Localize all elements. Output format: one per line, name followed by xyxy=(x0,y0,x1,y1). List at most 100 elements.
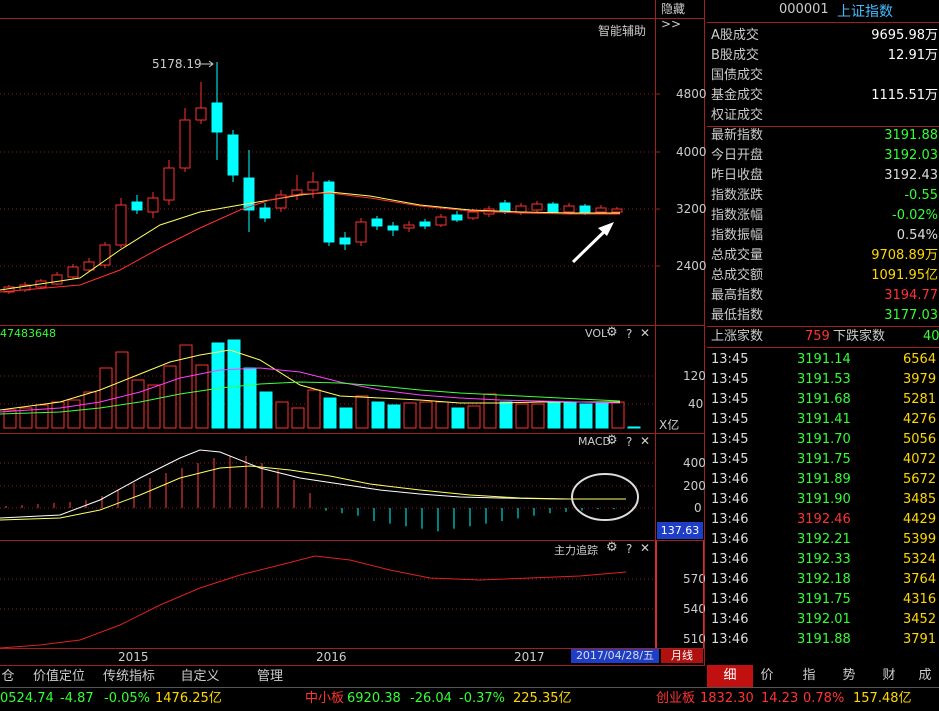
tab-price[interactable]: 价 xyxy=(747,665,787,687)
tick-price: 3191.75 xyxy=(797,452,851,467)
tab-trend[interactable]: 势 xyxy=(829,665,869,687)
gear-icon[interactable]: ⚙ xyxy=(606,325,618,340)
candle xyxy=(499,202,511,213)
macd-close-icon[interactable]: ✕ xyxy=(640,434,650,448)
tick-time: 13:46 xyxy=(711,552,749,567)
mid-board-amount: 225.35亿 xyxy=(513,691,572,706)
volume-bar xyxy=(371,401,385,429)
volume-bar xyxy=(563,401,577,429)
tick-row[interactable]: 13:46 3191.88 3791 xyxy=(707,630,938,650)
ma-red xyxy=(0,192,620,293)
tab-deal[interactable]: 成 xyxy=(911,665,939,687)
macd-value-box: 137.63 xyxy=(657,522,703,539)
mid-board-value: 6920.38 xyxy=(347,691,401,706)
main-force-line xyxy=(0,555,627,649)
candle xyxy=(163,167,175,201)
tick-time: 13:45 xyxy=(711,352,749,367)
volume-bar xyxy=(307,389,321,429)
right-tabs: 细 价 指 势 财 成 xyxy=(707,665,939,687)
info-row-label: 最低指数 xyxy=(711,308,764,323)
info-row-label: 最高指数 xyxy=(711,288,764,303)
tick-row[interactable]: 13:45 3191.75 4072 xyxy=(707,450,938,470)
close-icon[interactable]: ✕ xyxy=(640,326,650,340)
tick-row[interactable]: 13:46 3192.01 3452 xyxy=(707,610,938,630)
macd-gear-icon[interactable]: ⚙ xyxy=(606,433,618,448)
info-row-value: 1115.51万 xyxy=(871,88,938,103)
tick-time: 13:45 xyxy=(711,372,749,387)
tab-index[interactable]: 指 xyxy=(789,665,829,687)
info-row-value: 3192.43 xyxy=(884,168,938,183)
volume-bar xyxy=(67,399,81,429)
info-row-value: 3194.77 xyxy=(884,288,938,303)
candle xyxy=(595,207,607,213)
tab-traditional[interactable]: 传统指标 xyxy=(96,666,162,688)
help-icon[interactable]: ? xyxy=(626,327,632,341)
tick-row[interactable]: 13:45 3191.14 6564 xyxy=(707,350,938,370)
info-row-label: 权证成交 xyxy=(711,108,764,123)
tab-position[interactable]: 仓 xyxy=(0,666,16,688)
candle xyxy=(547,203,559,213)
candle xyxy=(195,107,207,121)
tick-row[interactable]: 13:46 3192.18 3764 xyxy=(707,570,938,590)
tick-price: 3191.89 xyxy=(797,472,851,487)
tick-row[interactable]: 13:46 3192.33 5324 xyxy=(707,550,938,570)
main-gear-icon[interactable]: ⚙ xyxy=(606,540,618,555)
tick-row[interactable]: 13:46 3191.89 5672 xyxy=(707,470,938,490)
tick-row[interactable]: 13:45 3191.70 5056 xyxy=(707,430,938,450)
info-row: 权证成交 xyxy=(707,106,938,126)
volume-bar xyxy=(451,407,465,429)
stock-name[interactable]: 上证指数 xyxy=(837,1,893,21)
tick-time: 13:45 xyxy=(711,392,749,407)
tab-finance[interactable]: 财 xyxy=(869,665,909,687)
down-count: 40 xyxy=(923,329,939,344)
tick-row[interactable]: 13:45 3191.53 3979 xyxy=(707,370,938,390)
macd-help-icon[interactable]: ? xyxy=(626,435,632,449)
main-help-icon[interactable]: ? xyxy=(626,542,632,556)
tick-volume: 5324 xyxy=(903,552,937,567)
status-bar: 0524.74 -4.87 -0.05% 1476.25亿 中小板 6920.3… xyxy=(0,687,939,711)
info-row: 基金成交 1115.51万 xyxy=(707,86,938,106)
main-panel-border xyxy=(655,541,704,648)
info-row-label: 指数涨幅 xyxy=(711,208,764,223)
tick-row[interactable]: 13:46 3192.46 4429 xyxy=(707,510,938,530)
vol-unit: X亿 xyxy=(659,418,680,432)
tick-price: 3192.21 xyxy=(797,532,851,547)
volume-bar xyxy=(403,402,417,429)
tick-row[interactable]: 13:45 3191.68 5281 xyxy=(707,390,938,410)
tick-row[interactable]: 13:46 3191.75 4316 xyxy=(707,590,938,610)
hide-panel-button[interactable]: 隐藏>> xyxy=(661,0,705,31)
vol-label: VOL xyxy=(585,327,608,340)
tab-value[interactable]: 价值定位 xyxy=(26,666,92,688)
breadth-row: 上涨家数 759 下跌家数 40 xyxy=(707,326,939,348)
tab-custom[interactable]: 自定义 xyxy=(172,666,228,688)
tick-price: 3192.01 xyxy=(797,612,851,627)
tick-row[interactable]: 13:46 3191.90 3485 xyxy=(707,490,938,510)
tick-row[interactable]: 13:46 3192.21 5399 xyxy=(707,530,938,550)
candle xyxy=(531,203,543,211)
moving-average-lines xyxy=(0,191,620,293)
info-row-value: 0.54% xyxy=(896,228,938,243)
tick-price: 3191.68 xyxy=(797,392,851,407)
period-button[interactable]: 月线 xyxy=(661,649,703,663)
volume-bar xyxy=(259,391,273,429)
peak-price-label: 5178.19 xyxy=(152,57,202,71)
main-close-icon[interactable]: ✕ xyxy=(640,541,650,555)
tab-manage[interactable]: 管理 xyxy=(252,666,288,688)
info-row: 最高指数 3194.77 xyxy=(707,286,938,306)
volume-bar xyxy=(467,405,481,429)
tick-time: 13:46 xyxy=(711,512,749,527)
vol-tick-120: 120 xyxy=(683,369,706,383)
sh-index-amount: 1476.25亿 xyxy=(155,691,222,706)
tick-volume: 4429 xyxy=(903,512,937,527)
info-row-label: 指数涨跌 xyxy=(711,188,764,203)
vol-value: 47483648 xyxy=(0,327,56,340)
macd-histogram xyxy=(5,456,615,532)
info-row: 今日开盘 3192.03 xyxy=(707,146,938,166)
chart-area[interactable]: 隐藏>> 智能辅助 5178.19 4800 4000 3200 2400 47… xyxy=(0,0,707,665)
tick-row[interactable]: 13:45 3191.41 4276 xyxy=(707,410,938,430)
assist-label[interactable]: 智能辅助 xyxy=(598,22,646,39)
year-2015: 2015 xyxy=(118,650,149,664)
volume-bar xyxy=(243,367,257,429)
volume-bar xyxy=(627,426,641,429)
price-tick-4000: 4000 xyxy=(676,145,707,159)
